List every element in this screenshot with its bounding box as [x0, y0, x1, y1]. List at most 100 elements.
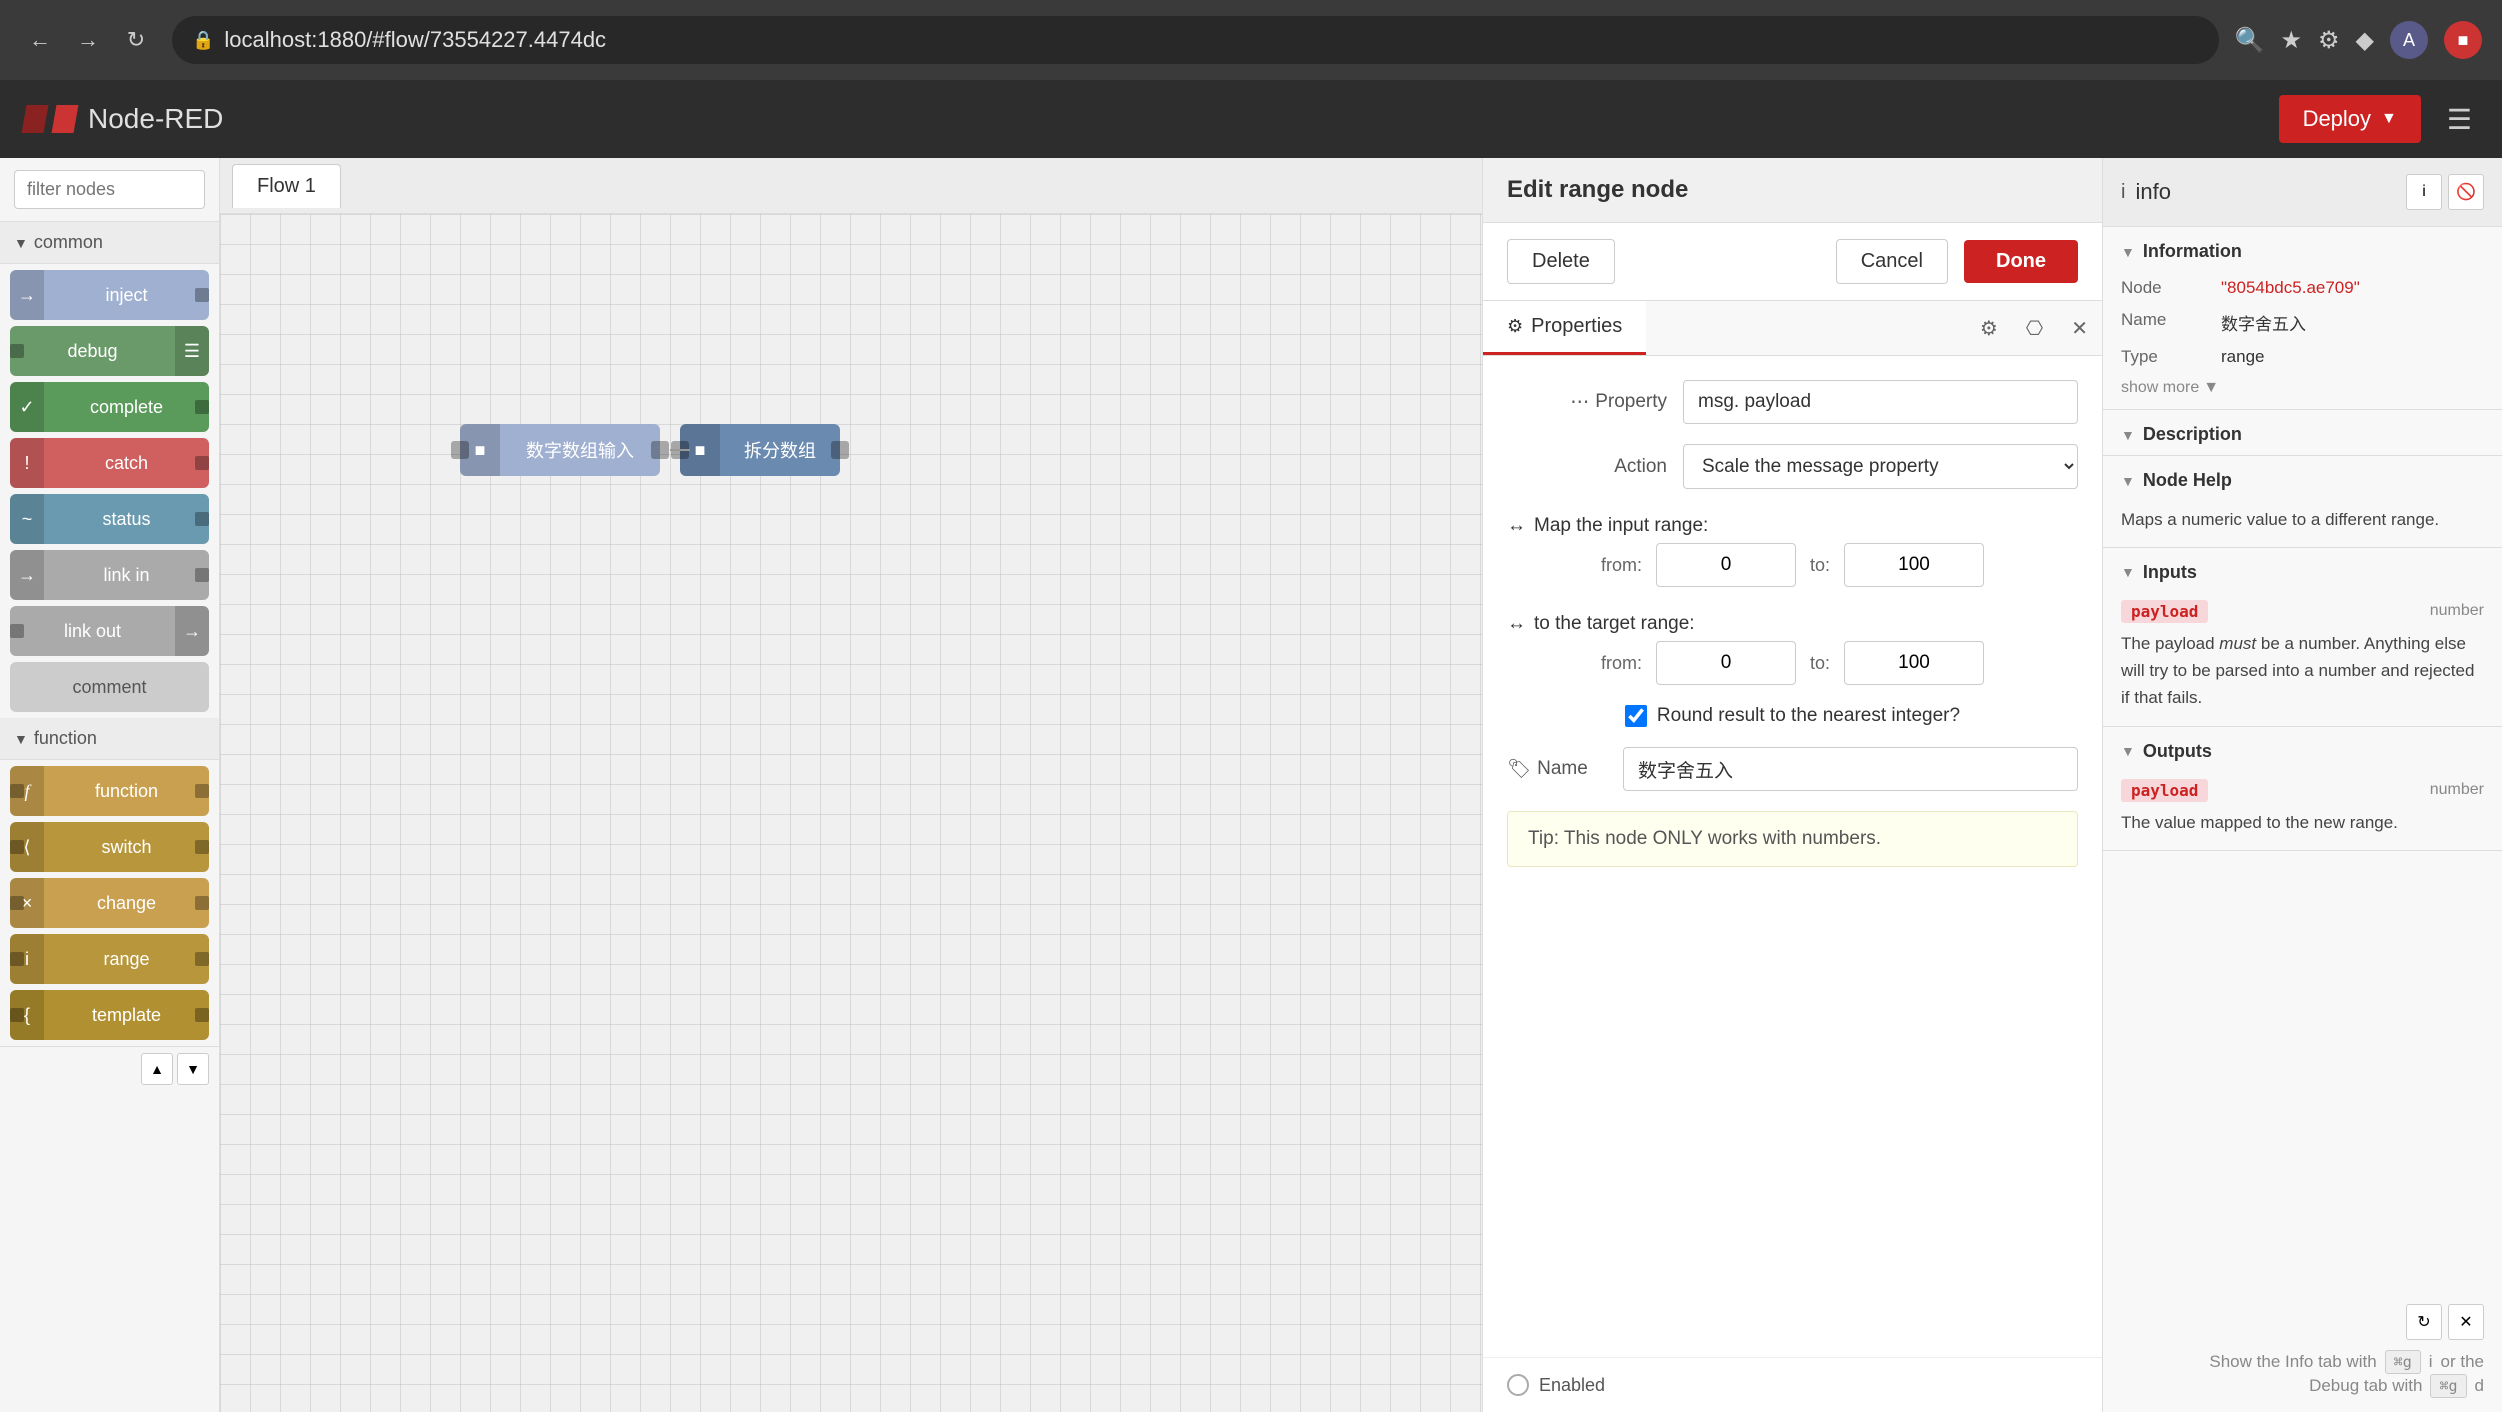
- information-section: ▼ Information Node "8054bdc5.ae709" Name…: [2103, 227, 2502, 410]
- edit-tab-icons: ⚙ ⎔ ✕: [1966, 301, 2102, 355]
- input-payload-row: payload number: [2121, 599, 2484, 625]
- node-item-switch[interactable]: ⟨ switch: [10, 822, 209, 872]
- input-payload-badge: payload: [2121, 600, 2208, 623]
- name-tag-icon: 🏷: [1507, 757, 1531, 781]
- info-footer-shortcut2: Debug tab with ⌘g d: [2121, 1374, 2484, 1398]
- node-item-status[interactable]: ~ status: [10, 494, 209, 544]
- back-button[interactable]: ←: [20, 20, 60, 60]
- flow-canvas[interactable]: ■ 数字数组输入 ■ 拆分数组: [220, 214, 1482, 1412]
- property-row: ⋯ Property: [1507, 380, 2078, 424]
- sidebar-scroll-btns: ▲ ▼: [0, 1046, 219, 1091]
- switch-port-left: [10, 840, 24, 854]
- close-action-button[interactable]: ✕: [2057, 306, 2102, 351]
- input-range-label: ↔ Map the input range:: [1507, 509, 2078, 543]
- target-to-input[interactable]: [1844, 641, 1984, 685]
- node-item-change[interactable]: × change: [10, 878, 209, 928]
- node-help-text: Maps a numeric value to a different rang…: [2103, 501, 2502, 547]
- linkin-port-right: [195, 568, 209, 582]
- logo-text: Node-RED: [88, 103, 223, 135]
- debug-tab-text: Debug tab with: [2309, 1376, 2422, 1396]
- node-item-link-in[interactable]: → link in: [10, 550, 209, 600]
- properties-tab[interactable]: ⚙ Properties: [1483, 301, 1646, 355]
- refresh-button[interactable]: ↻: [116, 20, 156, 60]
- enabled-label: Enabled: [1539, 1375, 1605, 1396]
- node-item-link-out[interactable]: link out →: [10, 606, 209, 656]
- common-section-header[interactable]: ▼ common: [0, 222, 219, 264]
- input-port-right: [651, 441, 669, 459]
- inputs-section-header[interactable]: ▼ Inputs: [2103, 548, 2502, 593]
- catch-label: catch: [44, 453, 209, 474]
- inputs-section: ▼ Inputs payload number The payload must…: [2103, 548, 2502, 727]
- copy-action-button[interactable]: ⎔: [2012, 306, 2057, 351]
- canvas-input-node[interactable]: ■ 数字数组输入: [460, 424, 660, 476]
- node-item-inject[interactable]: → inject: [10, 270, 209, 320]
- search-button[interactable]: 🔍: [2235, 26, 2265, 55]
- debug-tab-button[interactable]: 🚫: [2448, 174, 2484, 210]
- search-area: [0, 158, 219, 222]
- status-label: status: [44, 509, 209, 530]
- node-item-template[interactable]: { template: [10, 990, 209, 1040]
- split-port-left: [671, 441, 689, 459]
- template-port-left: [10, 1008, 24, 1022]
- name-input[interactable]: [1623, 747, 2078, 791]
- input-from-input[interactable]: [1656, 543, 1796, 587]
- name-row: 🏷 Name: [1507, 747, 2078, 791]
- status-port-right: [195, 512, 209, 526]
- property-input[interactable]: [1683, 380, 2078, 424]
- settings-action-button[interactable]: ⚙: [1966, 306, 2012, 351]
- done-button[interactable]: Done: [1964, 240, 2078, 283]
- function-port-right: [195, 784, 209, 798]
- inputs-chevron-icon: ▼: [2121, 564, 2135, 580]
- target-from-input[interactable]: [1656, 641, 1796, 685]
- deploy-button[interactable]: Deploy ▼: [2279, 95, 2421, 143]
- common-section-label: common: [34, 232, 103, 253]
- properties-tab-icon: ⚙: [1507, 316, 1523, 337]
- close-info-button[interactable]: ✕: [2448, 1304, 2484, 1340]
- info-footer-refresh-btns: ↻ ✕: [2121, 1304, 2484, 1350]
- name-info-row: Name 数字舍五入: [2103, 304, 2502, 341]
- description-section-header[interactable]: ▼ Description: [2103, 410, 2502, 455]
- extension2-button[interactable]: ◆: [2356, 26, 2374, 55]
- node-help-header[interactable]: ▼ Node Help: [2103, 456, 2502, 501]
- shortcut-key1: ⌘g: [2385, 1350, 2421, 1374]
- refresh-button[interactable]: ↻: [2406, 1304, 2442, 1340]
- node-item-catch[interactable]: ! catch: [10, 438, 209, 488]
- extension-button[interactable]: ⚙: [2318, 26, 2340, 55]
- outputs-section-header[interactable]: ▼ Outputs: [2103, 727, 2502, 772]
- address-bar[interactable]: 🔒 localhost:1880/#flow/73554227.4474dc: [172, 16, 2219, 64]
- scroll-down-button[interactable]: ▼: [177, 1053, 209, 1085]
- canvas-area: Flow 1 ■ 数字数组输入 ■ 拆分数组: [220, 158, 1482, 1412]
- flow-tab[interactable]: Flow 1: [232, 164, 341, 208]
- node-item-range[interactable]: i range: [10, 934, 209, 984]
- type-row: Type range: [2103, 341, 2502, 373]
- target-range-section: ↔ to the target range: from: to:: [1507, 607, 2078, 685]
- information-section-header[interactable]: ▼ Information: [2103, 227, 2502, 272]
- outputs-section: ▼ Outputs payload number The value mappe…: [2103, 727, 2502, 852]
- node-item-comment[interactable]: comment: [10, 662, 209, 712]
- action-select[interactable]: Scale the message property Clamp the mes…: [1683, 444, 2078, 489]
- round-checkbox[interactable]: [1625, 705, 1647, 727]
- linkin-icon: →: [10, 550, 44, 600]
- node-help-section: ▼ Node Help Maps a numeric value to a di…: [2103, 456, 2502, 548]
- delete-button[interactable]: Delete: [1507, 239, 1615, 284]
- info-tab-button[interactable]: i: [2406, 174, 2442, 210]
- node-item-debug[interactable]: debug ☰: [10, 326, 209, 376]
- function-section-header[interactable]: ▼ function: [0, 718, 219, 760]
- node-item-complete[interactable]: ✓ complete: [10, 382, 209, 432]
- name-info-value: 数字舍五入: [2221, 310, 2306, 335]
- node-item-function[interactable]: f function: [10, 766, 209, 816]
- bookmark-button[interactable]: ★: [2281, 26, 2303, 55]
- search-input[interactable]: [14, 170, 205, 209]
- profile-avatar[interactable]: A: [2390, 21, 2428, 59]
- linkin-label: link in: [44, 565, 209, 586]
- menu-button[interactable]: ☰: [2441, 97, 2478, 142]
- show-more-link[interactable]: show more ▼: [2103, 373, 2502, 409]
- scroll-up-button[interactable]: ▲: [141, 1053, 173, 1085]
- forward-button[interactable]: →: [68, 20, 108, 60]
- url-text: localhost:1880/#flow/73554227.4474dc: [224, 27, 606, 53]
- output-payload-desc: The value mapped to the new range.: [2121, 809, 2484, 836]
- inject-icon: →: [10, 270, 44, 320]
- canvas-split-node[interactable]: ■ 拆分数组: [680, 424, 840, 476]
- input-to-input[interactable]: [1844, 543, 1984, 587]
- cancel-button[interactable]: Cancel: [1836, 239, 1948, 284]
